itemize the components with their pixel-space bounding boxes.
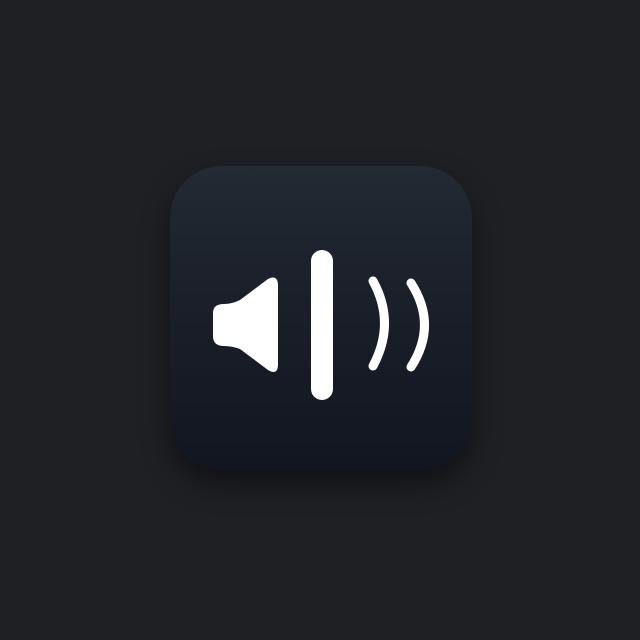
speaker-cone-icon xyxy=(213,277,278,372)
sound-wave-small xyxy=(368,276,389,371)
speaker-volume-icon xyxy=(213,250,429,400)
sound-wave-large xyxy=(406,278,429,372)
divider-bar xyxy=(311,250,333,400)
